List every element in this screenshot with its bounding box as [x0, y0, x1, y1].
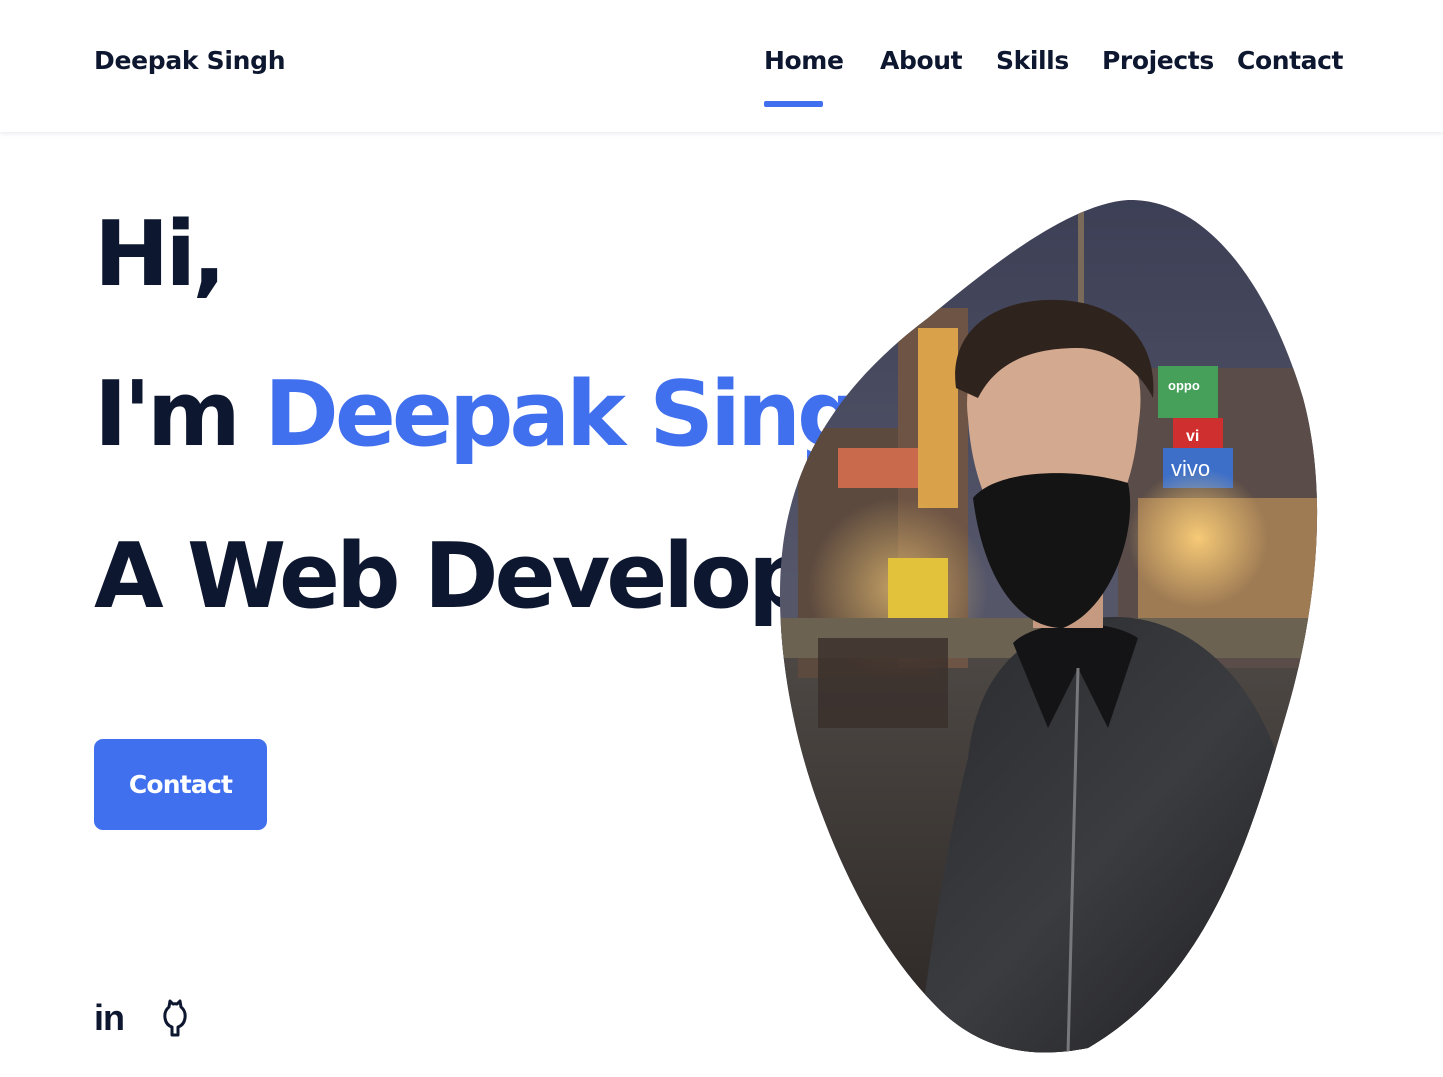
contact-button[interactable]: Contact — [94, 739, 267, 830]
nav-contact[interactable]: Contact — [1237, 46, 1344, 75]
linkedin-icon-text: in — [94, 997, 125, 1038]
active-nav-indicator — [764, 101, 823, 107]
site-header: Deepak Singh Home About Skills Projects … — [0, 0, 1443, 132]
github-icon[interactable] — [159, 996, 191, 1040]
main-nav: Home About Skills Projects Contact — [0, 0, 1443, 132]
profile-photo: oppo vi vivo — [779, 199, 1318, 1053]
linkedin-icon[interactable]: in — [93, 996, 125, 1040]
nav-skills[interactable]: Skills — [996, 46, 1069, 75]
nav-projects[interactable]: Projects — [1102, 46, 1214, 75]
shop-sign-oppo: oppo — [1168, 378, 1200, 393]
nav-home[interactable]: Home — [764, 46, 844, 75]
shop-sign-vi: vi — [1186, 428, 1199, 445]
nav-about[interactable]: About — [880, 46, 963, 75]
github-icon-glyph — [163, 999, 187, 1037]
hero-greeting: Hi, — [94, 202, 226, 307]
hero-intro-prefix: I'm — [94, 362, 265, 467]
